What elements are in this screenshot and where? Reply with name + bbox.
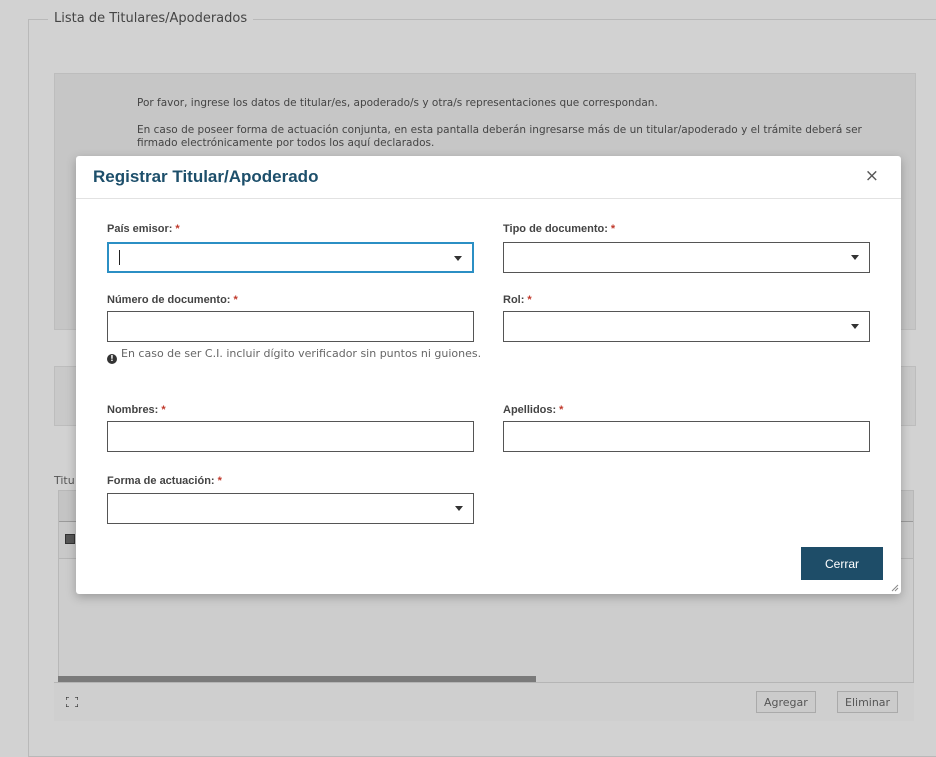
- rol-label-text: Rol:: [503, 294, 525, 306]
- required-asterisk: *: [217, 475, 222, 487]
- edit-icon[interactable]: [65, 534, 75, 544]
- numero-documento-input[interactable]: [107, 311, 474, 342]
- tipo-documento-label-text: Tipo de documento:: [503, 223, 608, 235]
- forma-actuacion-label: Forma de actuación: *: [107, 475, 222, 487]
- pais-emisor-select[interactable]: [107, 242, 474, 273]
- nombres-label: Nombres: *: [107, 404, 166, 416]
- required-asterisk: *: [175, 223, 180, 235]
- info-text-line1: Por favor, ingrese los datos de titular/…: [137, 97, 658, 109]
- rol-label: Rol: *: [503, 294, 532, 306]
- apellidos-label: Apellidos: *: [503, 404, 563, 416]
- tipo-documento-label: Tipo de documento: *: [503, 223, 615, 235]
- document-hint: ! En caso de ser C.I. incluir dígito ver…: [107, 347, 491, 364]
- document-hint-text: En caso de ser C.I. incluir dígito verif…: [121, 347, 482, 360]
- table-footer: Agregar Eliminar: [54, 682, 914, 721]
- info-icon: !: [107, 354, 117, 364]
- required-asterisk: *: [610, 223, 616, 235]
- pais-emisor-label-text: País emisor:: [107, 223, 173, 235]
- tipo-documento-select[interactable]: [503, 242, 870, 273]
- apellidos-label-text: Apellidos:: [503, 404, 557, 416]
- required-asterisk: *: [559, 404, 564, 416]
- required-asterisk: *: [527, 294, 532, 306]
- rol-select[interactable]: [503, 311, 870, 342]
- chevron-down-icon: [455, 506, 463, 511]
- chevron-down-icon: [851, 255, 859, 260]
- forma-actuacion-select[interactable]: [107, 493, 474, 524]
- fieldset-legend: Lista de Titulares/Apoderados: [48, 11, 254, 26]
- apellidos-input[interactable]: [503, 421, 870, 452]
- numero-documento-label-text: Número de documento:: [107, 294, 231, 306]
- modal-header: Registrar Titular/Apoderado ×: [76, 156, 901, 199]
- required-asterisk: *: [233, 294, 238, 306]
- add-button[interactable]: Agregar: [756, 691, 816, 713]
- close-icon[interactable]: ×: [865, 168, 879, 185]
- delete-button[interactable]: Eliminar: [837, 691, 899, 713]
- expand-icon[interactable]: [66, 697, 78, 707]
- chevron-down-icon: [454, 256, 462, 261]
- pais-emisor-label: País emisor: *: [107, 223, 180, 235]
- info-text-line2: En caso de poseer forma de actuación con…: [137, 124, 862, 149]
- register-titular-modal: Registrar Titular/Apoderado × País emiso…: [76, 156, 901, 594]
- nombres-label-text: Nombres:: [107, 404, 159, 416]
- modal-title: Registrar Titular/Apoderado: [93, 167, 319, 186]
- cerrar-button[interactable]: Cerrar: [801, 547, 883, 580]
- numero-documento-label: Número de documento: *: [107, 294, 238, 306]
- nombres-input[interactable]: [107, 421, 474, 452]
- resize-grip-icon[interactable]: [890, 583, 899, 592]
- text-cursor: [119, 250, 120, 265]
- forma-actuacion-label-text: Forma de actuación:: [107, 475, 215, 487]
- chevron-down-icon: [851, 324, 859, 329]
- required-asterisk: *: [161, 404, 166, 416]
- table-label: Titu: [54, 474, 75, 487]
